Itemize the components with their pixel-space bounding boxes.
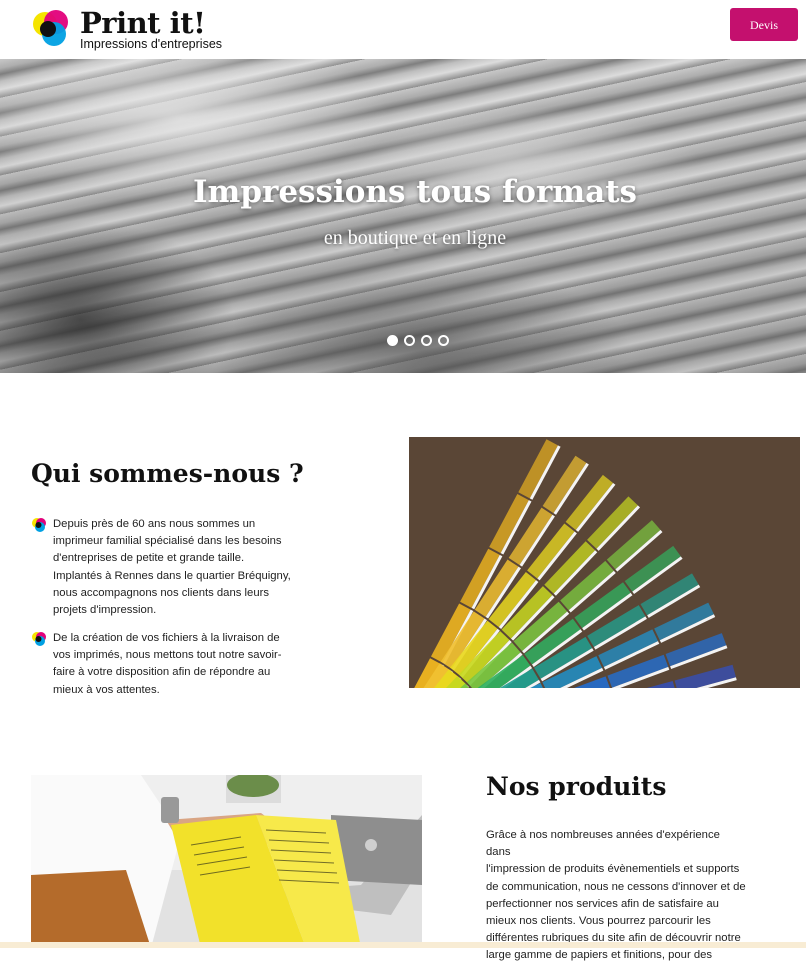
brand-tagline: Impressions d'entreprises [80, 37, 223, 51]
hero-subtitle: en boutique et en ligne [323, 227, 507, 249]
text-line: faire à votre disposition afin de répond… [53, 666, 271, 679]
brand-logo[interactable]: Print it! Impressions d'entreprises [30, 6, 230, 54]
cmyk-bullet-icon [32, 632, 46, 646]
carousel-dot-1[interactable] [387, 335, 398, 346]
about-heading: Qui sommes-nous ? [31, 459, 304, 488]
carousel-dot-2[interactable] [404, 335, 415, 346]
text-line: l'impression de produits évènementiels e… [486, 863, 740, 876]
devis-button[interactable]: Devis [730, 8, 798, 41]
text-line: projets d'impression. [53, 604, 157, 617]
hero-background-image [0, 59, 806, 373]
carousel-dot-3[interactable] [421, 335, 432, 346]
site-header: Print it! Impressions d'entreprises Devi… [0, 0, 806, 58]
about-paragraph-2: De la création de vos fichiers à la livr… [53, 630, 293, 699]
text-line: Depuis près de 60 ans nous sommes un [53, 518, 256, 530]
text-line: Grâce à nos nombreuses années d'expérien… [486, 829, 720, 859]
cmyk-bullet-icon [32, 518, 46, 532]
text-line: Implantés à Rennes dans le quartier Bréq… [53, 569, 291, 582]
text-line: nous accompagnons nos clients dans leurs [53, 586, 270, 599]
carousel-dot-4[interactable] [438, 335, 449, 346]
text-line: d'entreprises de petite et grande taille… [53, 552, 245, 565]
text-line: perfectionner nos services afin de satis… [486, 897, 719, 910]
text-line: large gamme de papiers et finitions, pou… [486, 949, 713, 962]
hero-title: Impressions tous formats [193, 174, 637, 210]
brochure-illustration [31, 775, 422, 948]
cookie-banner-edge [0, 942, 806, 948]
color-swatch-image [409, 437, 800, 688]
brand-name: Print it! [80, 6, 206, 40]
text-line: vos imprimés, nous mettons tout notre sa… [53, 649, 282, 662]
text-line: imprimeur familial spécialisé dans les b… [53, 535, 282, 548]
brochure-photo [31, 775, 422, 948]
hero-carousel: Impressions tous formats en boutique et … [0, 59, 806, 373]
text-line: de communication, nous ne cessons d'inno… [486, 880, 746, 893]
about-paragraph-1: Depuis près de 60 ans nous sommes un imp… [53, 516, 293, 619]
text-line: De la création de vos fichiers à la livr… [53, 632, 280, 644]
text-line: mieux nos clients. Vous pourrez parcouri… [486, 915, 711, 928]
products-heading: Nos produits [486, 772, 667, 801]
swatch-fan-illustration [409, 437, 800, 688]
cmyk-logo-icon [33, 10, 68, 46]
carousel-indicators [387, 335, 449, 346]
text-line: mieux à vos attentes. [53, 683, 160, 696]
